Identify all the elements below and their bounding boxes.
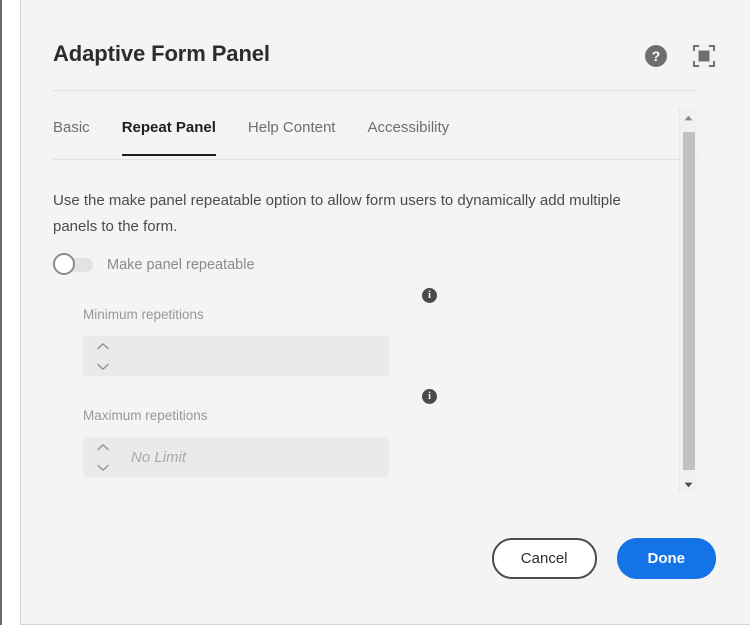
adaptive-form-panel-dialog: Adaptive Form Panel ? Basic Repeat Panel… — [20, 0, 750, 625]
chevron-up-icon[interactable] — [97, 337, 109, 355]
repeat-panel-description: Use the make panel repeatable option to … — [53, 192, 621, 235]
page-title: Adaptive Form Panel — [53, 41, 270, 66]
info-icon: i — [422, 288, 437, 303]
tab-help-content[interactable]: Help Content — [248, 112, 336, 156]
toggle-switch-knob — [53, 253, 75, 275]
maximum-repetitions-stepper[interactable] — [83, 437, 389, 477]
maximum-repetitions-input[interactable] — [83, 438, 389, 476]
tab-repeat-panel-label: Repeat Panel — [121, 119, 216, 136]
minimum-repetitions-input[interactable] — [83, 337, 389, 375]
tab-basic[interactable]: Basic — [53, 112, 90, 156]
info-icon: i — [422, 389, 437, 404]
tab-list: Basic Repeat Panel Help Content Accessib… — [53, 112, 698, 160]
help-button[interactable]: ? — [643, 44, 669, 70]
minimum-repetitions-stepper[interactable] — [83, 336, 389, 376]
dialog-footer: Cancel Done — [491, 538, 716, 579]
chevron-up-icon[interactable] — [97, 438, 109, 456]
header-divider — [53, 90, 698, 91]
help-icon: ? — [644, 44, 668, 71]
stepper-arrows — [97, 337, 109, 376]
minimum-repetitions-label: Minimum repetitions — [83, 307, 204, 322]
header-actions: ? — [643, 44, 717, 70]
chevron-down-icon[interactable] — [97, 358, 109, 376]
done-button[interactable]: Done — [616, 538, 716, 579]
toggle-label: Make panel repeatable — [107, 257, 255, 273]
field-maximum-repetitions: Maximum repetitions i — [83, 389, 437, 477]
scroll-up-button[interactable] — [680, 108, 697, 125]
scroll-down-button[interactable] — [680, 475, 697, 492]
window-left-edge — [0, 0, 2, 625]
tab-help-content-label: Help Content — [247, 119, 336, 136]
field-minimum-repetitions: Minimum repetitions i — [83, 288, 437, 376]
toggle-switch-track[interactable] — [53, 253, 93, 275]
maximum-repetitions-info-button[interactable]: i — [422, 389, 437, 404]
svg-text:?: ? — [652, 48, 661, 64]
app-root: Adaptive Form Panel ? Basic Repeat Panel… — [0, 0, 750, 625]
dialog-body: Use the make panel repeatable option to … — [21, 160, 683, 500]
stepper-arrows — [97, 438, 109, 477]
dialog-header: Adaptive Form Panel ? — [21, 0, 750, 96]
triangle-up-icon — [684, 108, 693, 126]
vertical-scrollbar[interactable] — [679, 108, 697, 492]
maximum-repetitions-label: Maximum repetitions — [83, 408, 208, 423]
tab-basic-label: Basic — [53, 119, 90, 136]
cancel-button[interactable]: Cancel — [491, 538, 597, 579]
tab-accessibility[interactable]: Accessibility — [367, 112, 449, 156]
fullscreen-button[interactable] — [691, 44, 717, 70]
tab-repeat-panel[interactable]: Repeat Panel — [121, 112, 217, 156]
minimum-repetitions-info-button[interactable]: i — [422, 288, 437, 303]
make-panel-repeatable-toggle[interactable]: Make panel repeatable — [53, 253, 255, 275]
chevron-down-icon[interactable] — [97, 459, 109, 477]
fullscreen-icon — [692, 44, 716, 71]
triangle-down-icon — [684, 475, 693, 493]
scrollbar-thumb[interactable] — [682, 131, 696, 471]
tab-accessibility-label: Accessibility — [367, 119, 450, 136]
